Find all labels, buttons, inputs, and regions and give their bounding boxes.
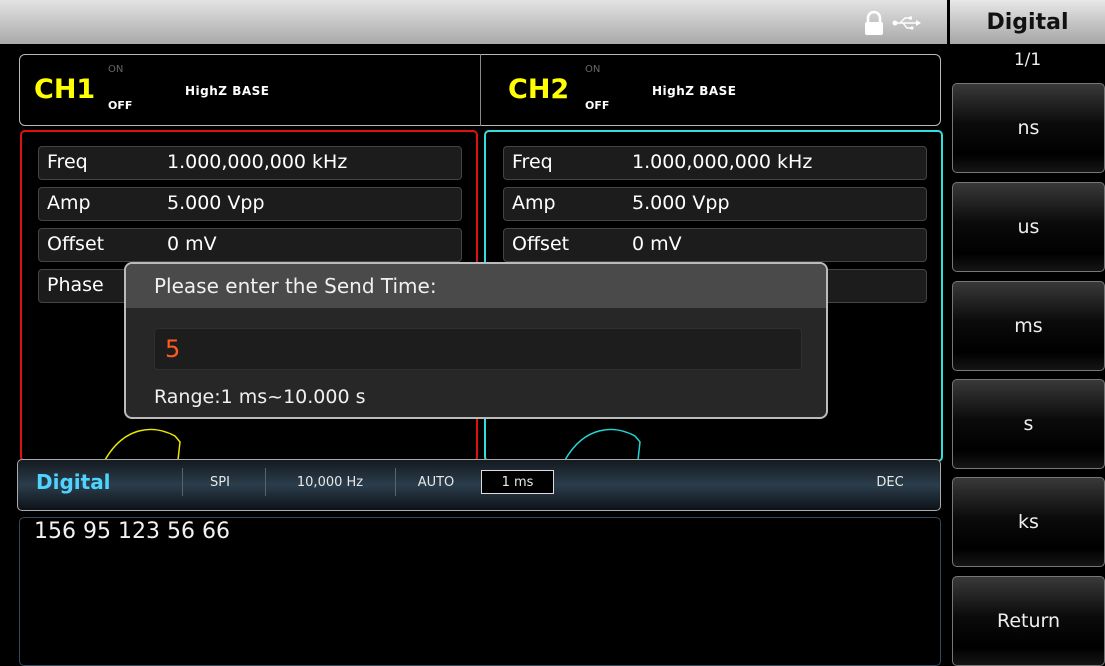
data-format-value: DEC	[876, 474, 904, 490]
ch2-offset-value: 0 mV	[632, 233, 682, 255]
usb-icon	[892, 16, 921, 30]
softkey-ms-button[interactable]: ms	[952, 281, 1105, 371]
ch1-amp-label: Amp	[47, 192, 91, 214]
ch1-status: HighZ BASE	[185, 84, 269, 98]
ch1-on-indicator: ON	[108, 64, 124, 75]
dialog-range-hint: Range:1 ms~10.000 s	[154, 386, 366, 408]
ch2-load: HighZ	[652, 84, 695, 98]
ch1-waveform	[104, 428, 181, 460]
trigger-mode-value: AUTO	[417, 474, 455, 490]
ch2-amp-value: 5.000 Vpp	[632, 192, 730, 214]
ch2-amp-row[interactable]: Amp 5.000 Vpp	[503, 187, 927, 221]
softkey-return-button[interactable]: Return	[952, 576, 1105, 666]
softkey-s-button[interactable]: s	[952, 379, 1105, 469]
ch1-freq-row[interactable]: Freq 1.000,000,000 kHz	[38, 146, 462, 180]
status-bar	[0, 0, 947, 44]
ch2-freq-value: 1.000,000,000 kHz	[632, 151, 813, 173]
ch2-freq-row[interactable]: Freq 1.000,000,000 kHz	[503, 146, 927, 180]
digital-status-bar	[17, 459, 941, 511]
menu-page-indicator: 1/1	[1013, 50, 1042, 70]
data-values[interactable]: 156 95 123 56 66	[34, 519, 230, 544]
dialog-title: Please enter the Send Time:	[154, 274, 437, 298]
ch2-offset-row[interactable]: Offset 0 mV	[503, 228, 927, 262]
ch2-status: HighZ BASE	[652, 84, 736, 98]
softkey-ns-button[interactable]: ns	[952, 83, 1105, 173]
menu-title: Digital	[950, 0, 1105, 44]
send-time-input[interactable]: 5	[154, 328, 802, 370]
ch1-phase-label: Phase	[47, 274, 104, 296]
ch1-amp-value: 5.000 Vpp	[167, 192, 265, 214]
ch2-on-indicator: ON	[585, 64, 601, 75]
protocol-value: SPI	[210, 474, 230, 490]
digital-mode-label: Digital	[36, 470, 111, 494]
channel-divider	[480, 54, 481, 126]
ch2-off-indicator: OFF	[585, 99, 610, 112]
ch1-mode: BASE	[232, 84, 270, 98]
ch1-offset-value: 0 mV	[167, 233, 217, 255]
ch2-waveform	[564, 428, 641, 460]
ch2-freq-label: Freq	[512, 151, 553, 173]
ch1-offset-label: Offset	[47, 233, 105, 255]
ch2-amp-label: Amp	[512, 192, 556, 214]
send-time-dialog: Please enter the Send Time: 5 Range:1 ms…	[124, 262, 828, 419]
ch2-mode: BASE	[699, 84, 737, 98]
send-time-value[interactable]: 1 ms	[481, 470, 554, 494]
softkey-ks-button[interactable]: ks	[952, 477, 1105, 567]
ch1-label[interactable]: CH1	[34, 74, 95, 105]
lock-icon	[865, 10, 883, 35]
ch1-off-indicator: OFF	[108, 99, 133, 112]
ch1-freq-value: 1.000,000,000 kHz	[167, 151, 348, 173]
ch2-label[interactable]: CH2	[508, 74, 569, 105]
ch1-offset-row[interactable]: Offset 0 mV	[38, 228, 462, 262]
ch1-freq-label: Freq	[47, 151, 88, 173]
rate-value: 10,000 Hz	[296, 474, 364, 490]
ch1-amp-row[interactable]: Amp 5.000 Vpp	[38, 187, 462, 221]
ch2-offset-label: Offset	[512, 233, 570, 255]
softkey-us-button[interactable]: us	[952, 182, 1105, 272]
ch1-load: HighZ	[185, 84, 228, 98]
